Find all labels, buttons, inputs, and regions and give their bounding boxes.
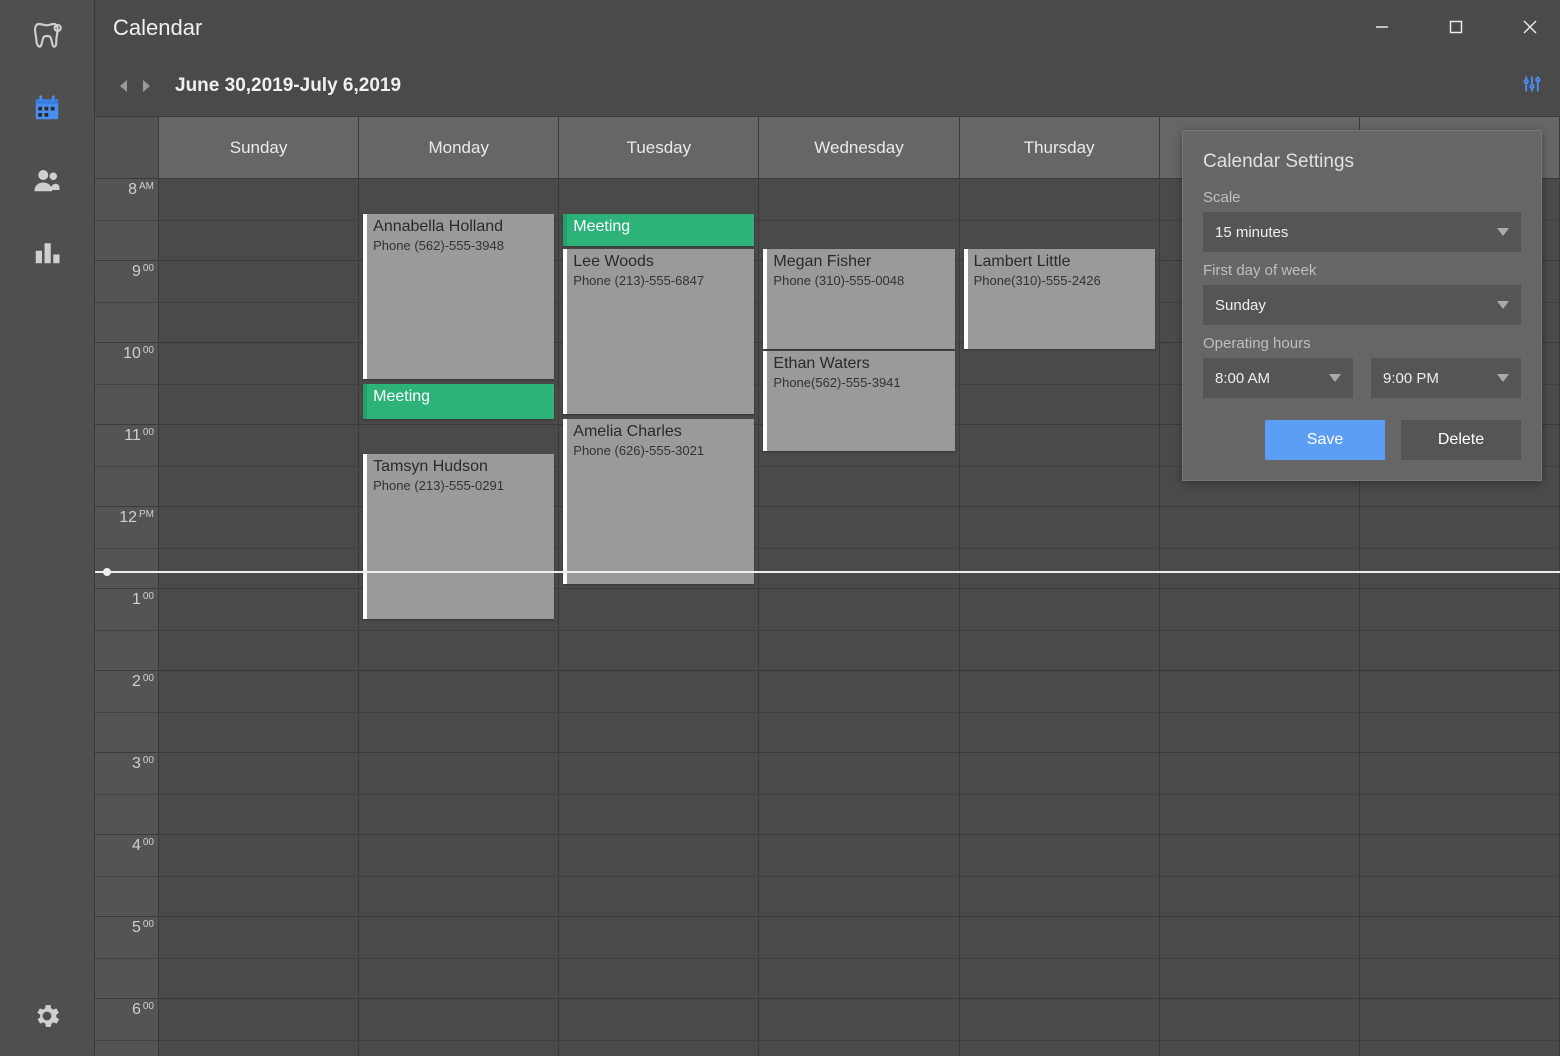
event-subtitle: Phone(562)-555-3941: [773, 375, 948, 390]
close-button[interactable]: [1508, 8, 1552, 46]
event-subtitle: Phone (562)-555-3948: [373, 238, 548, 253]
time-gutter-header: [95, 117, 159, 178]
hours-label: Operating hours: [1203, 335, 1521, 352]
event-subtitle: Phone (626)-555-3021: [573, 443, 748, 458]
prev-week-button[interactable]: [113, 76, 133, 96]
time-label: 500: [132, 919, 154, 937]
event-title: Lee Woods: [573, 253, 748, 271]
minimize-button[interactable]: [1360, 8, 1404, 46]
nav-calendar[interactable]: [31, 92, 63, 124]
nav-people[interactable]: [31, 164, 63, 196]
day-column[interactable]: Annabella Holland Phone (562)-555-3948 Mee…: [359, 179, 559, 1056]
event-subtitle: Phone (213)-555-0291: [373, 478, 548, 493]
event-title: Megan Fisher: [773, 253, 948, 271]
date-range: June 30,2019-July 6,2019: [175, 75, 401, 97]
event-appointment[interactable]: Amelia Charles Phone (626)-555-3021: [563, 419, 754, 584]
page-title: Calendar: [113, 15, 202, 41]
time-row: 300: [95, 753, 158, 835]
event-subtitle: Phone (310)-555-0048: [773, 273, 948, 288]
time-label: 400: [132, 837, 154, 855]
event-title: Meeting: [573, 218, 748, 236]
event-appointment[interactable]: Tamsyn Hudson Phone (213)-555-0291: [363, 454, 554, 619]
maximize-button[interactable]: [1434, 8, 1478, 46]
chevron-down-icon: [1497, 374, 1509, 382]
time-label: 200: [132, 673, 154, 691]
sidebar: [0, 0, 95, 1056]
day-column[interactable]: Megan Fisher Phone (310)-555-0048 Ethan Wa…: [759, 179, 959, 1056]
scale-value: 15 minutes: [1215, 224, 1288, 241]
hours-end-select[interactable]: 9:00 PM: [1371, 358, 1521, 398]
time-row: 12PM: [95, 507, 158, 589]
first-day-label: First day of week: [1203, 262, 1521, 279]
first-day-value: Sunday: [1215, 297, 1266, 314]
chevron-down-icon: [1497, 228, 1509, 236]
event-appointment[interactable]: Ethan Waters Phone(562)-555-3941: [763, 351, 954, 451]
next-week-button[interactable]: [137, 76, 157, 96]
event-meeting[interactable]: Meeting: [363, 384, 554, 419]
event-meeting[interactable]: Meeting: [563, 214, 754, 246]
time-label: 1100: [124, 427, 154, 445]
calendar-settings-button[interactable]: [1522, 74, 1542, 99]
time-row: 400: [95, 835, 158, 917]
settings-title: Calendar Settings: [1203, 151, 1521, 173]
time-row: 100: [95, 589, 158, 671]
day-header-tue[interactable]: Tuesday: [559, 117, 759, 178]
day-header-thu[interactable]: Thursday: [960, 117, 1160, 178]
now-indicator: [95, 571, 1560, 573]
hours-start-select[interactable]: 8:00 AM: [1203, 358, 1353, 398]
event-subtitle: Phone(310)-555-2426: [974, 273, 1149, 288]
time-row: 600: [95, 999, 158, 1056]
scale-select[interactable]: 15 minutes: [1203, 212, 1521, 252]
day-column[interactable]: [159, 179, 359, 1056]
event-title: Annabella Holland: [373, 218, 548, 236]
chevron-down-icon: [1329, 374, 1341, 382]
time-row: 1000: [95, 343, 158, 425]
main: Calendar June 30,2019-July 6,2019 Sunday…: [95, 0, 1560, 1056]
event-appointment[interactable]: Lee Woods Phone (213)-555-6847: [563, 249, 754, 414]
day-header-mon[interactable]: Monday: [359, 117, 559, 178]
hours-end-value: 9:00 PM: [1383, 370, 1439, 387]
event-title: Tamsyn Hudson: [373, 458, 548, 476]
day-header-wed[interactable]: Wednesday: [759, 117, 959, 178]
time-label: 8AM: [128, 181, 154, 199]
nav-settings[interactable]: [31, 1000, 63, 1032]
event-appointment[interactable]: Megan Fisher Phone (310)-555-0048: [763, 249, 954, 349]
time-label: 100: [132, 591, 154, 609]
event-title: Meeting: [373, 388, 548, 406]
time-label: 1000: [123, 345, 154, 363]
toolbar: June 30,2019-July 6,2019: [95, 56, 1560, 116]
time-label: 12PM: [119, 509, 154, 527]
time-label: 900: [132, 263, 154, 281]
scale-label: Scale: [1203, 189, 1521, 206]
time-row: 500: [95, 917, 158, 999]
save-button[interactable]: Save: [1265, 420, 1385, 460]
day-header-sun[interactable]: Sunday: [159, 117, 359, 178]
day-column[interactable]: Meeting Lee Woods Phone (213)-555-6847 Amel…: [559, 179, 759, 1056]
event-title: Ethan Waters: [773, 355, 948, 373]
calendar-settings-panel: Calendar Settings Scale 15 minutes First…: [1182, 130, 1542, 481]
event-title: Lambert Little: [974, 253, 1149, 271]
event-appointment[interactable]: Annabella Holland Phone (562)-555-3948: [363, 214, 554, 379]
event-subtitle: Phone (213)-555-6847: [573, 273, 748, 288]
time-row: 1100: [95, 425, 158, 507]
nav-reports[interactable]: [31, 236, 63, 268]
time-row: 8AM: [95, 179, 158, 261]
time-gutter: 8AM 900 1000 1100 12PM 100 200 300 400 500 600: [95, 179, 159, 1056]
time-label: 300: [132, 755, 154, 773]
window-controls: [1360, 8, 1552, 46]
titlebar: Calendar: [95, 0, 1560, 56]
chevron-down-icon: [1497, 301, 1509, 309]
logo-tooth-icon: [31, 20, 63, 52]
time-row: 200: [95, 671, 158, 753]
delete-button[interactable]: Delete: [1401, 420, 1521, 460]
day-column[interactable]: Lambert Little Phone(310)-555-2426: [960, 179, 1160, 1056]
time-row: 900: [95, 261, 158, 343]
time-label: 600: [132, 1001, 154, 1019]
first-day-select[interactable]: Sunday: [1203, 285, 1521, 325]
event-appointment[interactable]: Lambert Little Phone(310)-555-2426: [964, 249, 1155, 349]
hours-start-value: 8:00 AM: [1215, 370, 1270, 387]
event-title: Amelia Charles: [573, 423, 748, 441]
